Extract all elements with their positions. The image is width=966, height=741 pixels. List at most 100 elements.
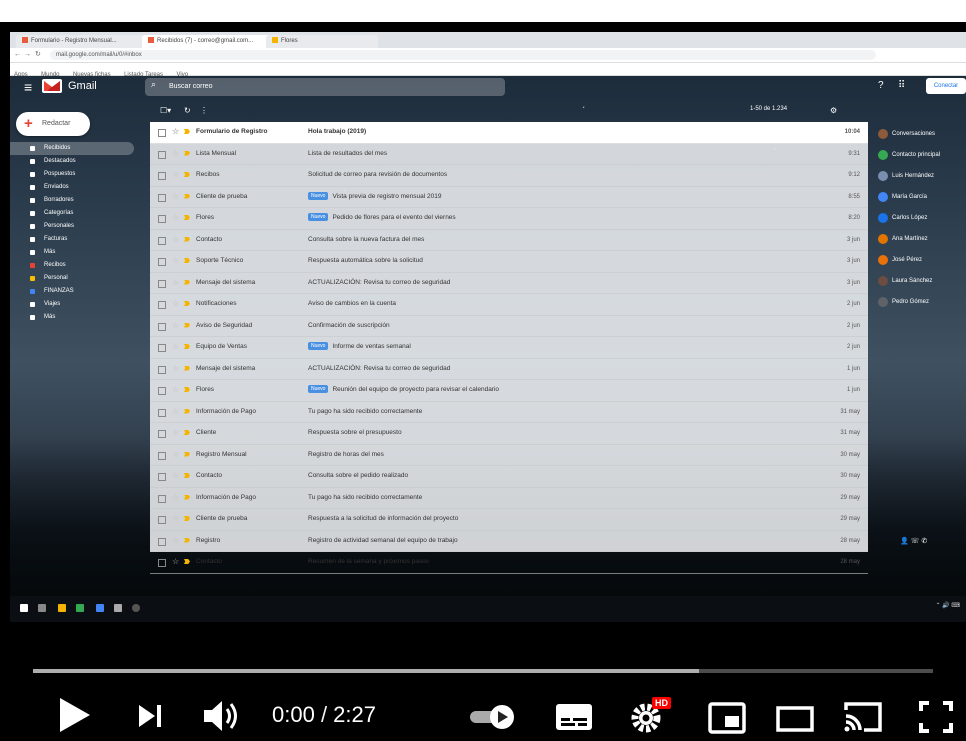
email-subject: Respuesta a la solicitud de información … bbox=[308, 515, 459, 522]
autoplay-toggle[interactable] bbox=[468, 702, 518, 732]
email-subject: Consulta sobre el pedido realizado bbox=[308, 472, 409, 479]
checkbox-icon bbox=[158, 430, 166, 438]
email-label: Nuevo bbox=[308, 191, 329, 200]
sidebar-item: Más bbox=[10, 311, 140, 324]
email-row: ☆ Información de Pago Tu pago ha sido reci… bbox=[150, 488, 868, 509]
sidebar-item-icon bbox=[30, 211, 35, 216]
sidebar-item-icon bbox=[30, 315, 35, 320]
folder-icon bbox=[58, 604, 66, 612]
email-sender: Aviso de Seguridad bbox=[196, 321, 253, 329]
tab-favicon-icon bbox=[148, 37, 154, 44]
email-row: ☆ Soporte Técnico Respuesta automática sob… bbox=[150, 251, 868, 273]
sidebar-item-icon bbox=[30, 172, 35, 177]
star-icon: ☆ bbox=[172, 170, 180, 179]
email-date: 10:04 bbox=[844, 129, 860, 135]
email-date: 9:31 bbox=[848, 150, 860, 157]
email-row: ☆ Formulario de Registro Hola trabajo (201… bbox=[150, 122, 868, 144]
chat-contact-name: Carlos López bbox=[892, 215, 928, 221]
email-row: ☆ Información de Pago Tu pago ha sido reci… bbox=[150, 402, 868, 423]
importance-marker-icon bbox=[184, 193, 190, 199]
chat-footer-icons: 👤 ☏ ✆ bbox=[900, 538, 928, 545]
email-sender: Contacto bbox=[196, 558, 223, 565]
sidebar-item-icon bbox=[30, 185, 35, 190]
progress-bar[interactable] bbox=[33, 669, 933, 673]
email-date: 2 jun bbox=[846, 301, 860, 307]
volume-button[interactable] bbox=[202, 698, 242, 734]
star-icon: ☆ bbox=[172, 213, 180, 222]
sidebar-item: Borradores bbox=[10, 194, 140, 207]
tab-label: Flores bbox=[281, 38, 298, 44]
importance-marker-icon bbox=[184, 279, 190, 285]
chat-contact: Pedro Gómez bbox=[876, 292, 966, 313]
email-row: ☆ Flores Nuevo Reunión del equipo de proyec… bbox=[150, 380, 868, 402]
avatar bbox=[878, 234, 888, 244]
miniplayer-button[interactable] bbox=[708, 702, 746, 734]
fullscreen-button[interactable] bbox=[918, 700, 954, 734]
sidebar-item-label: Borradores bbox=[44, 197, 74, 203]
browser-tab-active: Recibidos (7) - correo@gmail.com... bbox=[142, 35, 272, 48]
email-subject: Nuevo Informe de ventas semanal bbox=[308, 337, 808, 357]
mail-toolbar: ☐▾ ↻ ⋮ 1-50 de 1.234 ⚙ bbox=[150, 104, 870, 120]
email-subject: Nuevo Vista previa de registro mensual 20… bbox=[308, 187, 808, 207]
star-icon: ☆ bbox=[172, 471, 180, 480]
checkbox-icon bbox=[158, 408, 166, 417]
email-sender: Lista Mensual bbox=[196, 149, 237, 157]
buffered-bar bbox=[33, 669, 699, 673]
email-subject: Solicitud de correo para revisión de doc… bbox=[308, 171, 448, 178]
sidebar-item-label: Enviados bbox=[44, 184, 69, 190]
sidebar-item-icon bbox=[30, 250, 35, 255]
subtitles-button[interactable] bbox=[554, 702, 594, 732]
email-subject: Registro de actividad semanal del equipo… bbox=[308, 536, 458, 544]
email-label: Nuevo bbox=[308, 213, 329, 222]
sidebar-item-label: Recibos bbox=[44, 262, 66, 268]
importance-marker-icon bbox=[184, 537, 190, 543]
email-date: 29 may bbox=[840, 494, 860, 501]
gmail-logo-icon bbox=[42, 79, 62, 93]
avatar bbox=[878, 213, 888, 223]
importance-marker-icon bbox=[184, 150, 190, 156]
email-row: ☆ Lista Mensual Lista de resultados del me… bbox=[150, 144, 868, 165]
sidebar-item-icon bbox=[30, 198, 35, 203]
windows-taskbar: ⌃ 🔊 ⌨ bbox=[10, 596, 966, 622]
star-icon: ☆ bbox=[172, 320, 180, 330]
email-subject: Resumen de la semana y próximos pasos bbox=[308, 558, 430, 565]
avatar bbox=[878, 276, 888, 286]
email-sender: Información de Pago bbox=[196, 493, 256, 501]
search-taskbar-icon bbox=[38, 604, 46, 612]
email-date: 1 jun bbox=[846, 365, 860, 372]
email-label: Nuevo bbox=[308, 342, 329, 351]
chat-contact-name: Laura Sánchez bbox=[892, 278, 933, 284]
star-icon: ☆ bbox=[172, 342, 180, 351]
next-button[interactable] bbox=[136, 702, 164, 730]
app-icon bbox=[132, 604, 140, 612]
browser-tab: Formulario - Registro Mensual... bbox=[16, 35, 148, 48]
sidebar-item: Facturas bbox=[10, 233, 140, 246]
email-sender: Cliente de prueba bbox=[196, 515, 248, 522]
avatar bbox=[878, 297, 888, 307]
email-subject: ACTUALIZACIÓN: Revisa tu correo de segur… bbox=[308, 278, 451, 286]
sidebar-item-icon bbox=[30, 263, 35, 268]
star-icon: ☆ bbox=[172, 148, 180, 158]
star-icon: ☆ bbox=[172, 514, 180, 523]
play-button[interactable] bbox=[56, 696, 92, 734]
chat-contact: Conversaciones bbox=[876, 124, 966, 145]
video-player[interactable]: Formulario - Registro Mensual... Recibid… bbox=[0, 0, 966, 741]
sidebar-item-icon bbox=[30, 159, 35, 164]
chat-contact-name: José Pérez bbox=[892, 257, 923, 263]
star-icon: ☆ bbox=[172, 492, 180, 502]
email-sender: Formulario de Registro bbox=[196, 128, 268, 135]
cast-button[interactable] bbox=[842, 700, 884, 734]
star-icon: ☆ bbox=[172, 127, 180, 136]
email-sender: Flores bbox=[196, 386, 215, 393]
chat-contact: Carlos López bbox=[876, 208, 966, 229]
sidebar-item: Enviados bbox=[10, 181, 140, 194]
email-subject: Nuevo Pedido de flores para el evento del… bbox=[308, 208, 808, 228]
time-display: 0:00 / 2:27 bbox=[272, 700, 376, 730]
email-subject: Lista de resultados del mes bbox=[308, 149, 388, 157]
video-frame[interactable]: Formulario - Registro Mensual... Recibid… bbox=[0, 22, 966, 741]
hd-badge: HD bbox=[652, 697, 671, 709]
theater-mode-button[interactable] bbox=[776, 706, 814, 732]
sidebar-item-label: Viajes bbox=[44, 301, 61, 307]
back-icon: ← bbox=[14, 51, 21, 58]
checkbox-icon bbox=[158, 387, 166, 395]
